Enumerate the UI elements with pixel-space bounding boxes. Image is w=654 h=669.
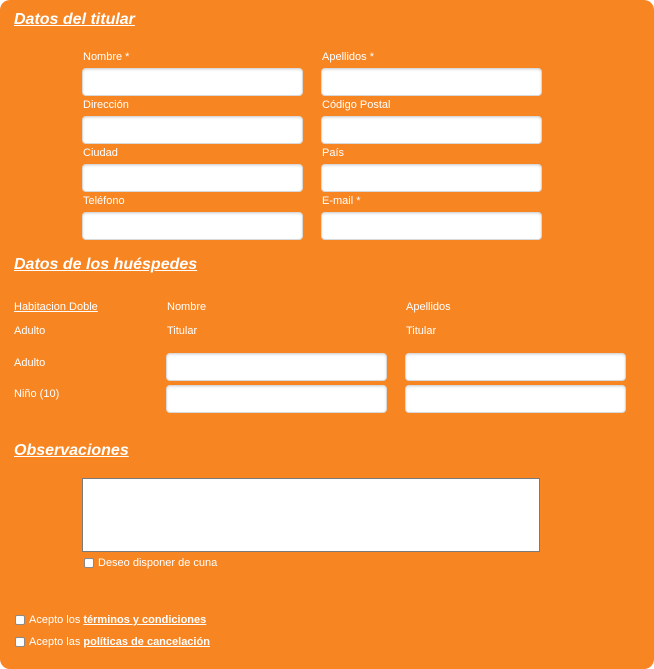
booking-form-panel: Datos del titular Nombre * Apellidos * D… <box>0 0 654 669</box>
guest-type-label: Adulto <box>14 325 46 337</box>
apellidos-input[interactable] <box>321 68 542 96</box>
cancellation-checkbox[interactable] <box>15 637 25 647</box>
section-title-observaciones: Observaciones <box>14 442 129 459</box>
label-apellidos: Apellidos * <box>322 51 374 63</box>
label-ciudad: Ciudad <box>83 147 118 159</box>
direccion-input[interactable] <box>82 116 303 144</box>
column-header-nombre: Nombre <box>167 301 207 313</box>
cancellation-prefix: Acepto las <box>29 636 81 648</box>
section-title-titular: Datos del titular <box>14 11 135 28</box>
terms-prefix: Acepto los <box>29 614 81 626</box>
terms-link[interactable]: términos y condiciones <box>83 614 206 626</box>
guest-apellidos-text: Titular <box>406 325 437 337</box>
label-email: E-mail * <box>322 195 361 207</box>
column-header-apellidos: Apellidos <box>406 301 451 313</box>
cancellation-link[interactable]: políticas de cancelación <box>83 636 210 648</box>
pais-input[interactable] <box>321 164 542 192</box>
guest-apellidos-input[interactable] <box>405 353 626 381</box>
guest-apellidos-input[interactable] <box>405 385 626 413</box>
label-telefono: Teléfono <box>83 195 125 207</box>
nombre-input[interactable] <box>82 68 303 96</box>
label-pais: País <box>322 147 345 159</box>
cancellation-checkbox-row[interactable]: Acepto las políticas de cancelación <box>15 636 210 648</box>
terms-checkbox[interactable] <box>15 615 25 625</box>
codigo-postal-input[interactable] <box>321 116 542 144</box>
cuna-checkbox[interactable] <box>84 558 94 568</box>
terms-checkbox-row[interactable]: Acepto los términos y condiciones <box>15 614 206 626</box>
section-title-huespedes: Datos de los huéspedes <box>14 256 198 273</box>
room-type-link[interactable]: Habitacion Doble <box>14 301 98 313</box>
guest-type-label: Niño (10) <box>14 388 60 400</box>
cuna-checkbox-row[interactable]: Deseo disponer de cuna <box>84 557 217 569</box>
email-input[interactable] <box>321 212 542 240</box>
guest-nombre-input[interactable] <box>166 385 387 413</box>
label-direccion: Dirección <box>83 99 129 111</box>
cuna-label: Deseo disponer de cuna <box>98 557 218 569</box>
guest-nombre-text: Titular <box>167 325 198 337</box>
observaciones-textarea[interactable] <box>82 478 540 552</box>
guest-nombre-input[interactable] <box>166 353 387 381</box>
telefono-input[interactable] <box>82 212 303 240</box>
ciudad-input[interactable] <box>82 164 303 192</box>
label-nombre: Nombre * <box>83 51 130 63</box>
label-codigo-postal: Código Postal <box>322 99 391 111</box>
guest-type-label: Adulto <box>14 357 46 369</box>
